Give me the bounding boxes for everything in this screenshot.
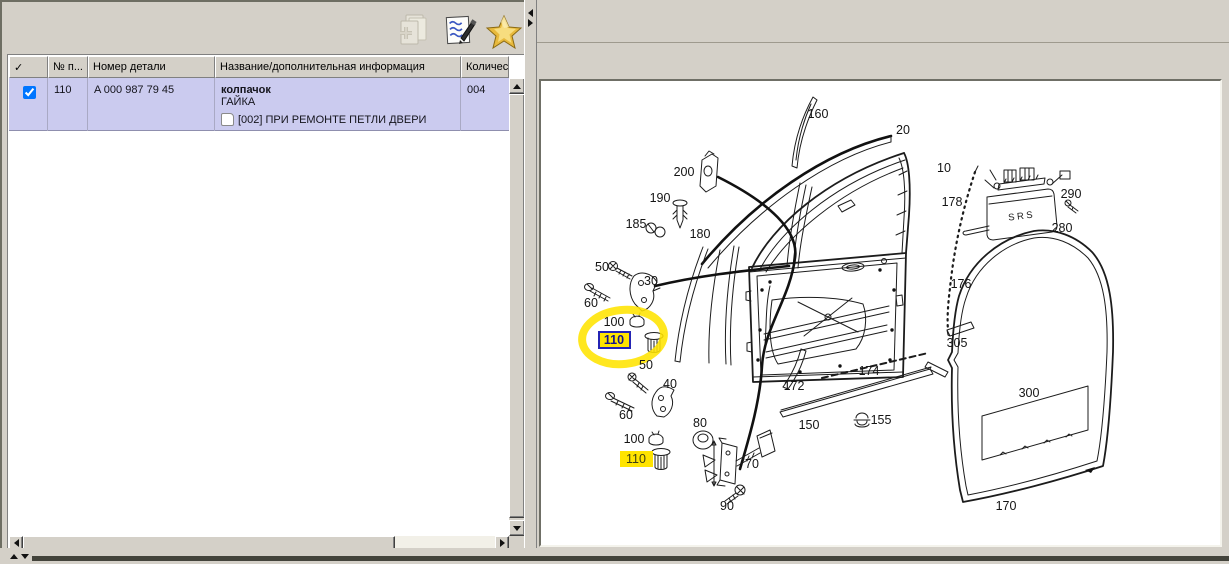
bottom-splitter-groove	[32, 556, 1229, 561]
part-callout-174[interactable]: 174	[859, 364, 880, 378]
part-callout-50[interactable]: 50	[639, 358, 653, 372]
part-callout-170[interactable]: 170	[996, 499, 1017, 513]
part-callout-300[interactable]: 300	[1019, 386, 1040, 400]
vscroll-thumb[interactable]	[509, 94, 525, 518]
row-part-number-cell: A 000 987 79 45	[88, 78, 215, 131]
row-quantity-cell: 004	[467, 84, 486, 96]
bottom-splitter-up-icon[interactable]	[10, 554, 18, 559]
part-callout-176[interactable]: 176	[951, 277, 972, 291]
part-80-grommet	[692, 430, 714, 450]
parts-diagram: SRS 160 20 10 200190185 180 178 290 280 50 30 60 10…	[578, 96, 1115, 513]
part-callout-200[interactable]: 200	[674, 165, 695, 179]
part-180-strip	[674, 245, 740, 366]
part-callout-290[interactable]: 290	[1061, 187, 1082, 201]
part-40-hinge	[651, 386, 675, 418]
part-name: колпачок	[221, 84, 271, 96]
part-note: [002] ПРИ РЕМОНТЕ ПЕТЛИ ДВЕРИ	[238, 113, 427, 126]
part-callout-110[interactable]: 110	[626, 452, 646, 466]
part-callout-60[interactable]: 60	[619, 408, 633, 422]
part-callout-172[interactable]: 172	[784, 379, 805, 393]
leader-lines	[653, 175, 797, 471]
column-header-quantity[interactable]: Количес	[461, 56, 509, 78]
vscroll-down-button[interactable]	[509, 520, 525, 536]
part-callout-80[interactable]: 80	[693, 416, 707, 430]
part-callout-60[interactable]: 60	[584, 296, 598, 310]
splitter-collapse-right-icon[interactable]	[528, 19, 533, 27]
part-178-cable	[946, 165, 979, 332]
part-callout-180[interactable]: 180	[690, 227, 711, 241]
column-header-check[interactable]: ✓	[9, 56, 48, 78]
part-290-screw	[1064, 199, 1079, 214]
row-name-cell: колпачок ГАЙКА [002] ПРИ РЕМОНТЕ ПЕТЛИ Д…	[215, 78, 461, 131]
epc-window: { "window": { "background": "#d4d0c8" },…	[0, 0, 1229, 564]
row-checkbox[interactable]	[23, 86, 36, 99]
part-callout-70[interactable]: 70	[745, 457, 759, 471]
part-190-pin	[672, 199, 688, 229]
part-50-screw-upper	[608, 261, 633, 280]
note-page-icon[interactable]	[221, 113, 234, 126]
part-callout-185[interactable]: 185	[626, 217, 647, 231]
parts-list-panel: ✓ № п... Номер детали Название/дополните…	[2, 2, 527, 552]
vscroll-up-button[interactable]	[509, 78, 525, 94]
part-170-door-seal	[947, 229, 1115, 503]
part-155-grommet	[853, 412, 871, 428]
diagram-subheader-band	[537, 43, 1229, 79]
part-callout-150[interactable]: 150	[799, 418, 820, 432]
column-header-pos[interactable]: № п...	[48, 56, 88, 78]
part-callout-90[interactable]: 90	[720, 499, 734, 513]
part-subtitle: ГАЙКА	[221, 96, 256, 108]
part-200-bracket	[699, 150, 719, 193]
part-callout-100[interactable]: 100	[624, 432, 645, 446]
part-callout-155[interactable]: 155	[871, 413, 892, 427]
panel-splitter[interactable]	[524, 0, 537, 548]
part-callout-110[interactable]: 110	[604, 333, 624, 347]
column-header-name[interactable]: Название/дополнительная информация	[215, 56, 461, 78]
table-row[interactable]: 110 A 000 987 79 45 колпачок ГАЙКА [002]…	[9, 78, 509, 131]
part-185-clips	[645, 222, 666, 238]
part-callout-178[interactable]: 178	[942, 195, 963, 209]
part-100-capnut-lower	[648, 430, 664, 446]
parts-table: ✓ № п... Номер детали Название/дополните…	[7, 54, 527, 552]
part-callout-190[interactable]: 190	[650, 191, 671, 205]
part-callout-280[interactable]: 280	[1052, 221, 1073, 235]
part-callout-50[interactable]: 50	[595, 260, 609, 274]
edit-notes-button[interactable]	[442, 14, 478, 53]
part-callout-305[interactable]: 305	[947, 336, 968, 350]
part-callout-30[interactable]: 30	[644, 274, 658, 288]
splitter-collapse-left-icon[interactable]	[528, 9, 533, 17]
part-50-screw-lower	[627, 372, 649, 394]
part-110-cap-lower	[651, 448, 671, 470]
row-check-cell	[9, 78, 48, 131]
part-callout-10[interactable]: 10	[937, 161, 951, 175]
favorites-button[interactable]	[485, 14, 523, 55]
part-callout-20[interactable]: 20	[896, 123, 910, 137]
column-header-part-number[interactable]: Номер детали	[88, 56, 215, 78]
add-copy-document-button[interactable]	[394, 12, 432, 55]
favorites-star-icon	[485, 14, 523, 50]
diagram-header-band	[537, 0, 1229, 42]
srs-box-label: SRS	[1008, 209, 1036, 223]
part-70-door-check	[702, 429, 776, 487]
diagram-canvas: SRS 160 20 10 200 190 185 180 178 290 280 50 30 60 10…	[539, 79, 1222, 547]
table-vscrollbar	[509, 78, 525, 536]
part-callout-40[interactable]: 40	[663, 377, 677, 391]
bottom-splitter-down-icon[interactable]	[21, 554, 29, 559]
part-callout-160[interactable]: 160	[808, 107, 829, 121]
edit-notes-icon	[445, 15, 477, 45]
add-copy-document-icon	[400, 14, 427, 45]
row-pos-cell: 110	[48, 78, 88, 131]
part-callout-100[interactable]: 100	[604, 315, 625, 329]
